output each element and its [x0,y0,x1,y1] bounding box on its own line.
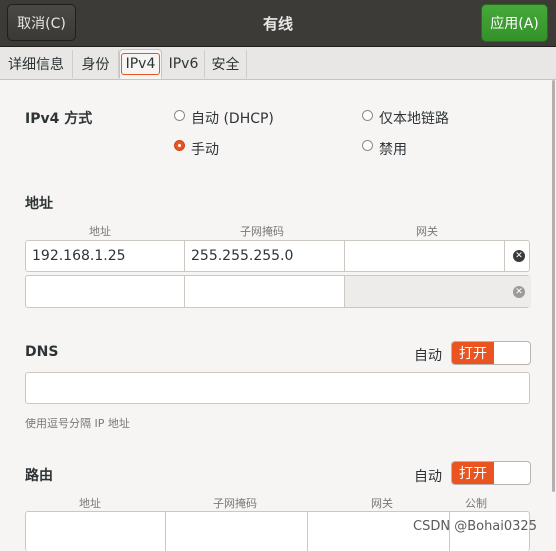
tab-ipv4-label: IPv4 [120,53,161,75]
ipv4-method-label: IPv4 方式 [25,111,93,127]
radio-manual-label[interactable]: 手动 [191,139,219,159]
address-row: 192.168.1.25 255.255.255.0 ✕ [25,240,530,272]
switch-knob [495,463,529,483]
tab-ipv6[interactable]: IPv6 [163,50,205,78]
dns-section-title: DNS [25,344,59,360]
switch-knob [495,343,529,363]
address-section-title: 地址 [25,196,53,212]
column-header-gateway: 网关 [416,225,438,238]
radio-link-local[interactable] [362,110,373,121]
routes-switch-label: 打开 [452,462,494,484]
tab-ipv4[interactable]: IPv4 [119,49,162,79]
dns-input[interactable] [25,372,530,404]
delete-row-icon: ✕ [513,286,525,298]
routes-section-title: 路由 [25,468,53,484]
cancel-button[interactable]: 取消(C) [7,4,76,41]
route-column-netmask: 子网掩码 [213,497,257,510]
watermark: CSDN @Bohai0325 [413,519,537,534]
header-bar: 取消(C) 有线 应用(A) [0,0,556,47]
routes-auto-switch[interactable]: 打开 [451,461,531,485]
tab-details[interactable]: 详细信息 [0,50,73,78]
tab-security[interactable]: 安全 [205,50,247,78]
address-row-empty: ✕ [25,275,531,308]
dialog-title: 有线 [262,14,293,33]
radio-dhcp-label[interactable]: 自动 (DHCP) [191,108,274,128]
radio-link-local-label[interactable]: 仅本地链路 [379,108,449,128]
tab-bar: 详细信息 身份 IPv4 IPv6 安全 [0,47,556,80]
route-column-address: 地址 [79,497,101,510]
dns-switch-label: 打开 [452,342,494,364]
delete-row-icon[interactable]: ✕ [513,250,525,262]
route-netmask-input[interactable] [166,512,308,551]
scrollbar[interactable] [552,80,555,492]
netmask-input[interactable] [185,276,345,307]
route-column-metric: 公制 [465,497,487,510]
routes-auto-label: 自动 [414,469,442,485]
dns-auto-label: 自动 [414,348,442,364]
radio-disabled[interactable] [362,140,373,151]
gateway-input[interactable] [345,276,531,307]
netmask-input[interactable]: 255.255.255.0 [185,241,345,271]
dns-hint: 使用逗号分隔 IP 地址 [25,417,130,430]
gateway-input[interactable] [345,241,505,271]
address-input[interactable] [26,276,185,307]
radio-dhcp[interactable] [174,110,185,121]
address-input[interactable]: 192.168.1.25 [26,241,185,271]
tab-identity[interactable]: 身份 [73,50,119,78]
radio-disabled-label[interactable]: 禁用 [379,139,407,159]
column-header-address: 地址 [89,225,111,238]
column-header-netmask: 子网掩码 [240,225,284,238]
dns-auto-switch[interactable]: 打开 [451,341,531,365]
route-column-gateway: 网关 [371,497,393,510]
radio-manual[interactable] [174,140,185,151]
route-address-input[interactable] [26,512,166,551]
apply-button[interactable]: 应用(A) [481,4,548,42]
